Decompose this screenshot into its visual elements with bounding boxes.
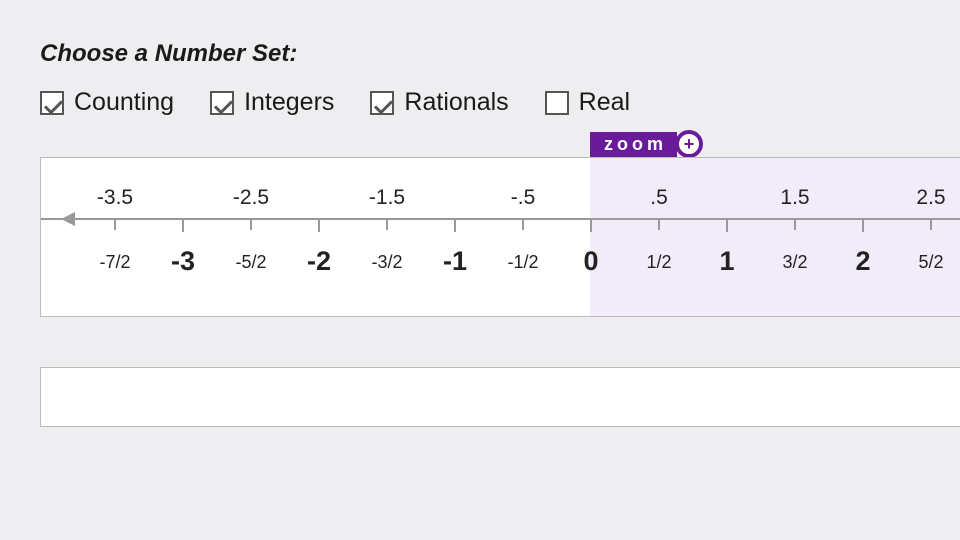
- tick: [522, 218, 524, 230]
- zoom-label: zoom: [590, 132, 677, 157]
- tick-label-bottom: -1: [443, 246, 467, 277]
- checkbox-label: Real: [579, 88, 630, 117]
- tick: [114, 218, 116, 230]
- tick-label-bottom: 5/2: [918, 252, 943, 273]
- checkbox-box[interactable]: [545, 91, 569, 115]
- tick-label-bottom: -5/2: [235, 252, 266, 273]
- tick-label-bottom: -3: [171, 246, 195, 277]
- number-line-axis: [41, 218, 960, 220]
- secondary-panel: [40, 367, 960, 427]
- tick: [930, 218, 932, 230]
- checkbox-real[interactable]: Real: [545, 88, 630, 117]
- tick-label-bottom: -1/2: [507, 252, 538, 273]
- checkbox-box[interactable]: [40, 91, 64, 115]
- checkbox-row: Counting Integers Rationals Real: [40, 88, 960, 117]
- tick: [454, 218, 456, 232]
- checkbox-box[interactable]: [210, 91, 234, 115]
- tick-label-top: -1.5: [369, 186, 405, 210]
- checkbox-counting[interactable]: Counting: [40, 88, 174, 117]
- tick: [658, 218, 660, 230]
- positive-highlight: [590, 158, 960, 316]
- tick-label-bottom: -3/2: [371, 252, 402, 273]
- tick: [794, 218, 796, 230]
- checkbox-integers[interactable]: Integers: [210, 88, 334, 117]
- checkbox-label: Counting: [74, 88, 174, 117]
- tick-label-bottom: 1: [719, 246, 734, 277]
- tick-label-bottom: -2: [307, 246, 331, 277]
- tick-label-top: .5: [650, 186, 668, 210]
- tick: [726, 218, 728, 232]
- tick-label-bottom: 1/2: [646, 252, 671, 273]
- page-title: Choose a Number Set:: [40, 40, 960, 68]
- tick-label-bottom: 3/2: [782, 252, 807, 273]
- tick-label-top: 2.5: [916, 186, 945, 210]
- tick: [862, 218, 864, 232]
- tick-label-top: -.5: [511, 186, 536, 210]
- number-line-panel: -3.5 -7/2 -3 -2.5 -5/2 -2 -1.5 -3/2 -1 -.5 -1/2 0 .5…: [40, 157, 960, 317]
- tick: [182, 218, 184, 232]
- tick-label-bottom: 2: [855, 246, 870, 277]
- tick-label-bottom: 0: [583, 246, 598, 277]
- checkbox-rationals[interactable]: Rationals: [370, 88, 508, 117]
- zoom-control: zoom +: [590, 130, 711, 158]
- tick: [250, 218, 252, 230]
- checkbox-label: Rationals: [404, 88, 508, 117]
- tick-label-top: -2.5: [233, 186, 269, 210]
- tick-label-bottom: -7/2: [99, 252, 130, 273]
- plus-icon: +: [684, 135, 695, 153]
- tick: [386, 218, 388, 230]
- checkbox-label: Integers: [244, 88, 334, 117]
- zoom-in-button[interactable]: +: [675, 130, 703, 158]
- tick-label-top: -3.5: [97, 186, 133, 210]
- tick-label-top: 1.5: [780, 186, 809, 210]
- tick: [318, 218, 320, 232]
- tick: [590, 218, 592, 232]
- checkbox-box[interactable]: [370, 91, 394, 115]
